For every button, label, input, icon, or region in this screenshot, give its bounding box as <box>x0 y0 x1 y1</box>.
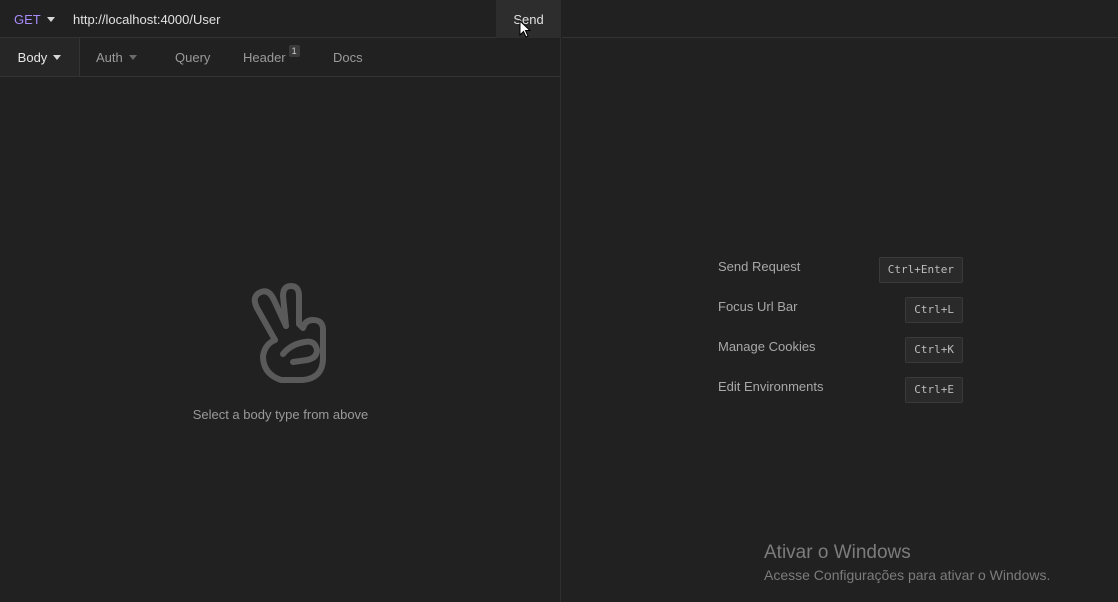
tab-header-label: Header <box>243 49 286 65</box>
shortcut-manage-cookies: Manage Cookies Ctrl+K <box>718 336 963 376</box>
tab-docs-label: Docs <box>333 49 363 65</box>
shortcut-keys: Ctrl+Enter <box>878 257 963 283</box>
chevron-down-icon <box>128 54 137 60</box>
shortcut-label: Send Request <box>718 259 801 274</box>
windows-activation-watermark: Ativar o Windows Acesse Configurações pa… <box>764 542 1050 583</box>
tab-query-label: Query <box>175 49 211 65</box>
tab-auth[interactable]: Auth <box>96 38 137 76</box>
request-pane: GET Send Body Auth Query Header <box>0 0 561 602</box>
keyboard-shortcuts: Send Request Ctrl+Enter Focus Url Bar Ct… <box>718 256 963 416</box>
method-dropdown[interactable]: GET <box>14 0 55 38</box>
shortcut-label: Focus Url Bar <box>718 299 798 314</box>
chevron-down-icon <box>53 54 62 60</box>
url-bar: GET Send <box>0 0 561 38</box>
url-input[interactable] <box>66 6 500 32</box>
watermark-title: Ativar o Windows <box>764 542 911 563</box>
header-count-badge: 1 <box>288 45 300 57</box>
response-pane: Send Request Ctrl+Enter Focus Url Bar Ct… <box>562 0 1118 602</box>
shortcut-label: Edit Environments <box>718 379 824 394</box>
method-label: GET <box>14 11 41 27</box>
request-tabs: Body Auth Query Header 1 Docs <box>0 38 561 77</box>
tab-docs[interactable]: Docs <box>333 38 363 76</box>
send-button[interactable]: Send <box>496 0 561 38</box>
shortcut-keys: Ctrl+E <box>905 377 963 403</box>
shortcut-keys: Ctrl+K <box>905 337 963 363</box>
tab-body-label: Body <box>17 49 48 65</box>
peace-hand-icon <box>251 283 326 383</box>
shortcut-keys: Ctrl+L <box>905 297 963 323</box>
insomnia-app: GET Send Body Auth Query Header <box>0 0 1118 602</box>
chevron-down-icon <box>46 16 55 22</box>
body-empty-text: Select a body type from above <box>192 407 369 422</box>
shortcut-send-request: Send Request Ctrl+Enter <box>718 256 963 296</box>
response-topbar <box>562 0 1118 38</box>
shortcut-edit-environments: Edit Environments Ctrl+E <box>718 376 963 416</box>
tab-auth-label: Auth <box>96 49 123 65</box>
shortcut-focus-url-bar: Focus Url Bar Ctrl+L <box>718 296 963 336</box>
tab-query[interactable]: Query <box>175 38 210 76</box>
shortcut-label: Manage Cookies <box>718 339 816 354</box>
tab-header[interactable]: Header 1 <box>243 38 300 76</box>
watermark-subtitle: Acesse Configurações para ativar o Windo… <box>764 567 1051 583</box>
body-empty-state: Select a body type from above <box>0 280 561 422</box>
tab-body[interactable]: Body <box>0 38 80 76</box>
